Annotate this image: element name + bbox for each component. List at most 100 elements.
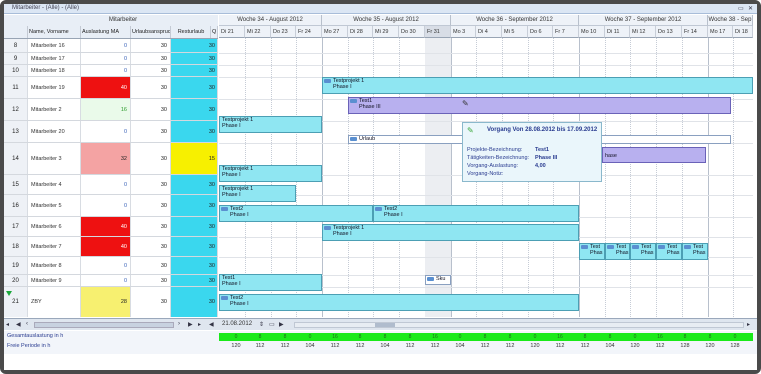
- forward-date-icon[interactable]: ▶: [279, 321, 284, 328]
- scroll-right-icon[interactable]: ▸: [747, 321, 750, 328]
- free-value: 112: [405, 343, 415, 349]
- task-bar[interactable]: Test Phas: [605, 243, 630, 260]
- table-row[interactable]: 20 Mitarbeiter 9 0 30 30: [4, 275, 218, 287]
- task-bar[interactable]: Test Phas: [579, 243, 605, 260]
- table-row[interactable]: 9 Mitarbeiter 17 0 30 30: [4, 53, 218, 65]
- task-phase: Phase I: [384, 212, 403, 218]
- day-header: Mo 17: [708, 26, 733, 38]
- horizontal-scrollbar[interactable]: [34, 322, 174, 328]
- scroll-thumb[interactable]: [375, 323, 395, 327]
- load-value: 0: [458, 334, 462, 340]
- task-bar[interactable]: Test Phas: [682, 243, 708, 260]
- task-bar[interactable]: Test2 Phase I: [373, 205, 579, 222]
- table-row[interactable]: 17 Mitarbeiter 6 40 30 30: [4, 217, 218, 237]
- back-date-icon[interactable]: ◀: [209, 321, 214, 328]
- free-value: 120: [705, 343, 715, 349]
- calendar-icon[interactable]: ▭: [269, 321, 275, 328]
- tooltip-value: 4,00: [535, 163, 546, 169]
- tooltip-title: Vorgang Von 28.08.2012 bis 17.09.2012: [487, 127, 598, 133]
- task-phase: Phase I: [230, 212, 249, 218]
- table-row[interactable]: 16 Mitarbeiter 5 0 30 30: [4, 195, 218, 217]
- prev-page-icon[interactable]: ◀: [16, 321, 21, 328]
- task-phase: Phas: [667, 250, 680, 256]
- task-bar[interactable]: Testprojekt 1 Phase I: [322, 224, 579, 241]
- back-icon[interactable]: ‹: [26, 321, 28, 327]
- employee-name: Mitarbeiter 20: [28, 121, 81, 142]
- urlaub-value: 30: [131, 275, 171, 286]
- last-page-icon[interactable]: ▸: [198, 321, 201, 328]
- task-bar[interactable]: Test Phas: [656, 243, 682, 260]
- urlaub-value: 30: [131, 195, 171, 216]
- day-header: Di 28: [348, 26, 373, 38]
- table-row[interactable]: 10 Mitarbeiter 18 0 30 30: [4, 65, 218, 77]
- close-icon[interactable]: ✕: [748, 5, 753, 12]
- task-icon: [324, 226, 331, 230]
- table-row[interactable]: 11 Mitarbeiter 19 40 30 30: [4, 77, 218, 99]
- vacation-label: Sku: [436, 276, 446, 282]
- title-bar: Mitarbeiter - (Alle) - (Alle) ▭ ✕: [4, 4, 757, 14]
- free-value: 112: [555, 343, 565, 349]
- day-header: Mo 3: [451, 26, 476, 38]
- task-icon: [684, 245, 691, 249]
- auslastung-value: 40: [81, 217, 131, 236]
- row-number: 15: [4, 175, 28, 194]
- table-row[interactable]: 13 Mitarbeiter 20 0 30 30: [4, 121, 218, 143]
- tooltip-value: Phase III: [535, 155, 558, 161]
- table-row[interactable]: 8 Mitarbeiter 16 0 30 30: [4, 39, 218, 53]
- free-value: 104: [380, 343, 390, 349]
- col-auslastung[interactable]: Auslastung MA: [81, 26, 131, 38]
- col-q[interactable]: Q: [211, 26, 218, 38]
- free-value: 112: [280, 343, 290, 349]
- timeline-scrollbar[interactable]: [294, 322, 744, 328]
- task-bar[interactable]: Test2 Phase I: [219, 205, 373, 222]
- table-row[interactable]: 15 Mitarbeiter 4 0 30 30: [4, 175, 218, 195]
- free-value: 112: [655, 343, 665, 349]
- task-bar[interactable]: Testprojekt 1 Phase I: [219, 165, 322, 182]
- day-header: Mo 10: [579, 26, 605, 38]
- table-row[interactable]: 18 Mitarbeiter 7 40 30 30: [4, 237, 218, 257]
- load-value: 0: [533, 334, 537, 340]
- row-number: 9: [4, 53, 28, 64]
- table-row[interactable]: 12 Mitarbeiter 2 16 30 30: [4, 99, 218, 121]
- vacation-bar[interactable]: Sku: [425, 275, 451, 285]
- task-icon: [375, 207, 382, 211]
- task-bar-selected[interactable]: Test1 Phase III: [348, 97, 731, 114]
- free-value: 104: [305, 343, 315, 349]
- table-row[interactable]: 21 ZBY 28 30 30: [4, 287, 218, 317]
- date-spinner-icon[interactable]: ⇕: [259, 321, 264, 328]
- forward-icon[interactable]: ▶: [188, 321, 193, 328]
- auslastung-value: 0: [81, 65, 131, 76]
- first-page-icon[interactable]: ◂: [6, 321, 9, 328]
- task-icon: [350, 99, 357, 103]
- task-bar[interactable]: Testprojekt 1 Phase I: [219, 185, 296, 202]
- row-number: 17: [4, 217, 28, 236]
- task-bar[interactable]: hase: [602, 147, 706, 163]
- col-resturlaub[interactable]: Resturlaub: [171, 26, 211, 38]
- auslastung-value: 0: [81, 121, 131, 142]
- day-header: Fr 14: [682, 26, 708, 38]
- col-name[interactable]: Name, Vorname: [28, 26, 81, 38]
- table-row[interactable]: 14 Mitarbeiter 3 32 30 15: [4, 143, 218, 175]
- date-field[interactable]: 21.08.2012: [222, 321, 252, 327]
- free-period-label: Freie Periode in h: [7, 343, 51, 349]
- table-row[interactable]: 19 Mitarbeiter 8 0 30 30: [4, 257, 218, 275]
- auslastung-value: 0: [81, 175, 131, 194]
- task-bar[interactable]: Test2 Phase I: [219, 294, 579, 311]
- employee-name: Mitarbeiter 9: [28, 275, 81, 286]
- task-icon: [658, 245, 665, 249]
- next-icon[interactable]: ›: [178, 321, 180, 327]
- load-value: 8: [358, 334, 362, 340]
- task-bar[interactable]: Testprojekt 1 Phase I: [219, 116, 322, 133]
- row-number: 8: [4, 39, 28, 52]
- navigation-bar: ◂ ◀ ‹ › ▶ ▸ ◀ 21.08.2012 ⇕ ▭ ▶ ▸: [4, 318, 757, 330]
- urlaub-value: 30: [131, 217, 171, 236]
- col-urlaubsanspruch[interactable]: Urlaubsanspruch: [131, 26, 171, 38]
- urlaub-value: 30: [131, 143, 171, 174]
- resturlaub-value: 30: [171, 99, 218, 120]
- task-bar[interactable]: Testprojekt 1 Phase I: [322, 77, 753, 94]
- task-bar[interactable]: Test1 Phase I: [219, 274, 322, 291]
- task-bar[interactable]: Test Phas: [630, 243, 656, 260]
- load-value: 8: [708, 334, 712, 340]
- minimize-icon[interactable]: ▭: [738, 5, 744, 12]
- employee-name: ZBY: [28, 287, 81, 317]
